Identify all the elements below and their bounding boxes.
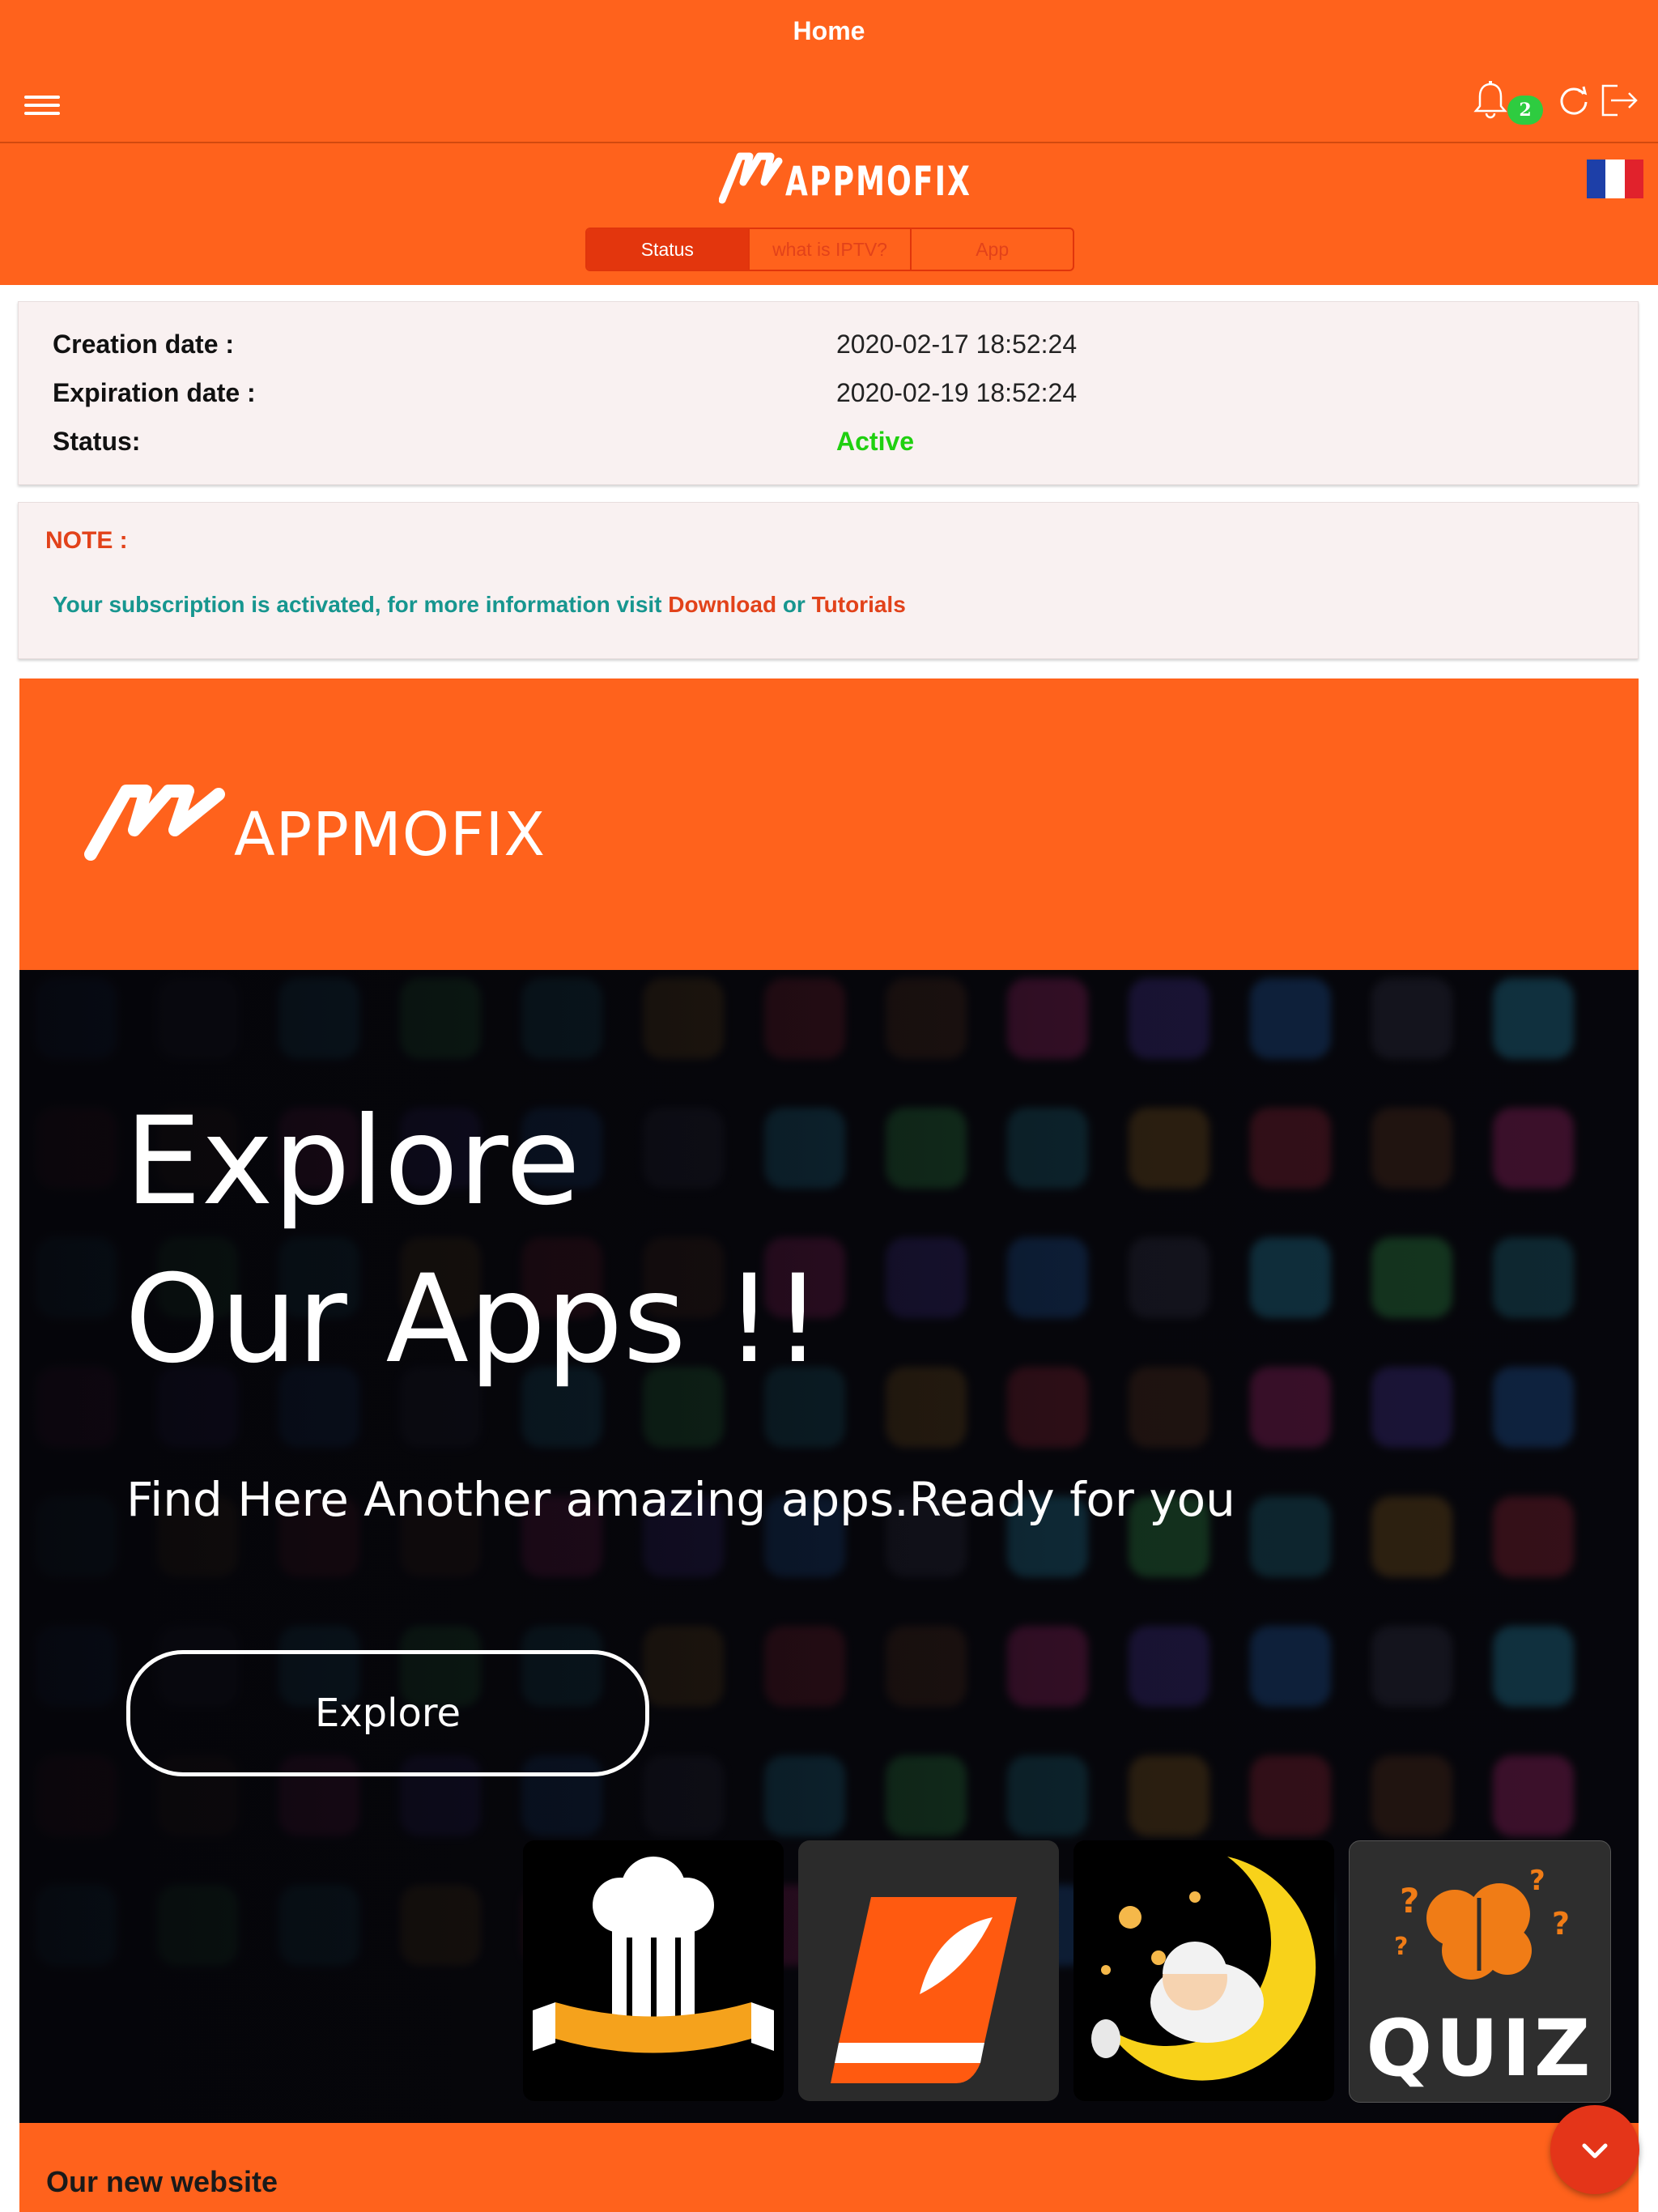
baby-moon-icon <box>1091 1857 1316 2081</box>
scroll-down-button[interactable] <box>1550 2105 1639 2194</box>
download-link[interactable]: Download <box>668 592 776 617</box>
svg-text:?: ? <box>1394 1933 1408 1961</box>
svg-text:?: ? <box>1552 1906 1570 1942</box>
subscription-info-card: Creation date : 2020-02-17 18:52:24 Expi… <box>18 301 1639 485</box>
brand-name: APPMOFIX <box>785 158 972 205</box>
hero-subtitle: Find Here Another amazing apps.Ready for… <box>126 1472 1235 1527</box>
creation-date-value: 2020-02-17 18:52:24 <box>836 330 1078 359</box>
notification-badge: 2 <box>1507 96 1543 125</box>
creation-date-label: Creation date : <box>53 330 235 359</box>
svg-text:?: ? <box>1400 1881 1419 1921</box>
bell-icon[interactable] <box>1469 79 1511 121</box>
cookmade-icon <box>533 1857 774 2053</box>
note-card: NOTE : Your subscription is activated, f… <box>18 502 1639 659</box>
top-bar: Home 2 <box>0 0 1658 143</box>
france-flag-icon[interactable] <box>1587 160 1643 198</box>
book-app-tile[interactable] <box>798 1840 1059 2101</box>
note-text: Your subscription is activated, for more… <box>53 592 906 618</box>
book-icon <box>831 1897 1017 2083</box>
note-title: NOTE : <box>45 527 128 554</box>
logout-icon[interactable] <box>1598 79 1640 121</box>
tab-app[interactable]: App <box>910 229 1073 270</box>
new-website-section: Our new website <box>19 2123 1639 2212</box>
appmofix-logo-icon <box>84 785 225 861</box>
svg-text:?: ? <box>1529 1865 1545 1897</box>
new-website-title: Our new website <box>46 2165 278 2198</box>
explore-button[interactable]: Explore <box>126 1650 649 1776</box>
refresh-icon[interactable] <box>1553 79 1595 121</box>
hero-headline-2: Our Apps !! <box>125 1249 823 1390</box>
chevron-down-icon <box>1582 2143 1608 2159</box>
tab-what-is-iptv[interactable]: what is IPTV? <box>747 229 911 270</box>
tutorials-link[interactable]: Tutorials <box>812 592 906 617</box>
promo-header: APPMOFIX <box>19 678 1639 970</box>
note-message: Your subscription is activated, for more… <box>53 592 662 617</box>
expiration-date-label: Expiration date : <box>53 378 256 407</box>
baby-moon-app-tile[interactable] <box>1073 1840 1334 2101</box>
tab-status[interactable]: Status <box>587 229 748 270</box>
status-label: Status: <box>53 427 141 456</box>
appmofix-logo-icon <box>719 152 783 204</box>
page-title: Home <box>793 16 865 45</box>
expiration-date-value: 2020-02-19 18:52:24 <box>836 378 1078 407</box>
promo-logo-text: APPMOFIX <box>234 800 546 870</box>
tab-group: Status what is IPTV? App <box>585 228 1074 271</box>
cookmade-app-tile[interactable] <box>523 1840 784 2101</box>
quiz-label: QUIZ <box>1366 2003 1594 2094</box>
brand-bar: APPMOFIX Status what is IPTV? App <box>0 143 1658 285</box>
menu-button[interactable] <box>24 91 63 120</box>
status-value: Active <box>836 427 915 456</box>
quiz-app-tile[interactable]: ? ? ? ? QUIZ <box>1349 1840 1611 2103</box>
promo-hero: Explore Our Apps !! Find Here Another am… <box>19 970 1639 2123</box>
hero-headline-1: Explore <box>125 1091 580 1232</box>
note-or: or <box>782 592 806 617</box>
